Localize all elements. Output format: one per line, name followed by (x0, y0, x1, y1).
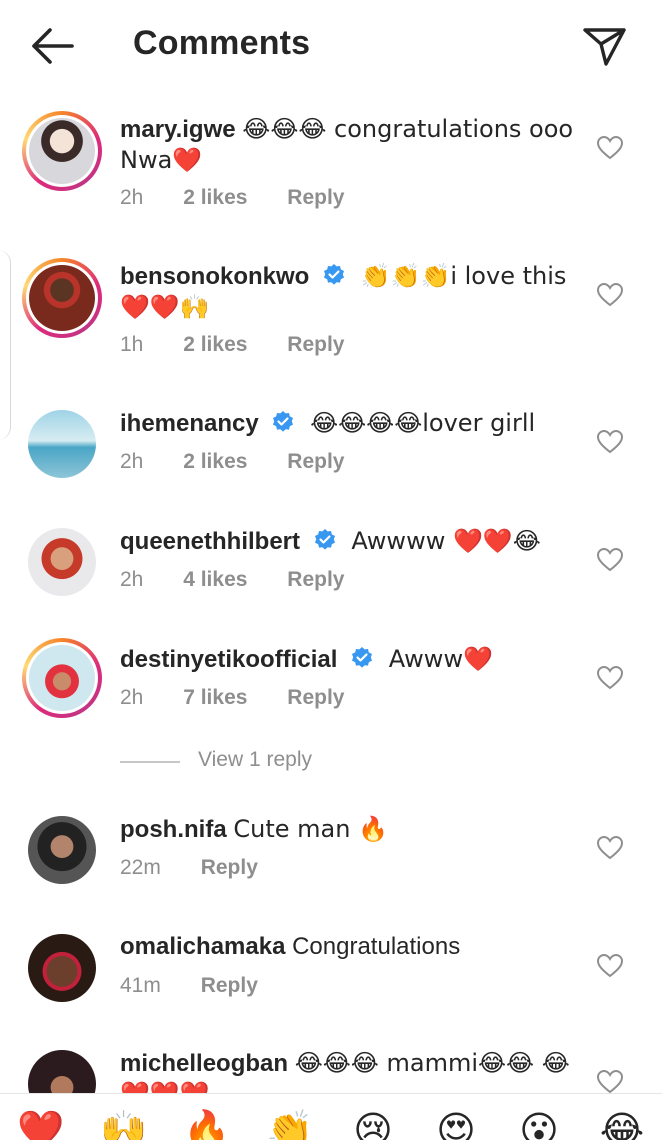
heart-outline-icon (596, 835, 624, 860)
comment-likes[interactable]: 2 likes (183, 186, 247, 209)
like-button[interactable] (596, 547, 624, 572)
comment-time: 22m (120, 856, 161, 879)
emoji-heart-eyes-button[interactable]: 😍 (431, 1110, 481, 1140)
avatar[interactable] (28, 1050, 96, 1093)
heart-outline-icon (596, 665, 624, 690)
comment-likes[interactable]: 2 likes (183, 333, 247, 356)
reply-button[interactable]: Reply (287, 450, 344, 473)
emoji-sad-button[interactable]: 😢 (348, 1110, 398, 1140)
avatar[interactable] (22, 111, 102, 191)
comment-username[interactable]: destinyetikoofficial (120, 646, 337, 673)
emoji-raised-hands-button[interactable]: 🙌 (99, 1110, 149, 1140)
comment-time: 1h (120, 333, 144, 356)
comment-text: 😂😂😂😂lover girll (310, 409, 536, 437)
heart-outline-icon (596, 282, 624, 307)
avatar[interactable] (28, 934, 96, 1002)
comment-text: Congratulations (292, 933, 461, 960)
comment-item: queenethhilbert Awwww ❤️❤️😂 2h 4 likes R… (0, 520, 662, 630)
divider (120, 761, 180, 763)
comment-item: omalichamaka Congratulations 41m Reply (0, 926, 662, 1036)
emoji-laughing-button[interactable]: 😂 (597, 1110, 647, 1140)
like-button[interactable] (596, 282, 624, 307)
reply-button[interactable]: Reply (287, 568, 344, 591)
comment-likes[interactable]: 2 likes (183, 450, 247, 473)
heart-outline-icon (596, 1069, 624, 1093)
like-button[interactable] (596, 835, 624, 860)
comment-item: posh.nifa Cute man 🔥 22m Reply (0, 808, 662, 918)
paper-plane-icon (583, 28, 626, 66)
emoji-quick-bar: ❤️ 🙌 🔥 👏 😢 😍 😮 😂 (0, 1093, 662, 1140)
verified-badge-icon (324, 264, 345, 285)
heart-outline-icon (596, 135, 624, 160)
avatar[interactable] (22, 258, 102, 338)
like-button[interactable] (596, 1069, 624, 1093)
view-replies-label: View 1 reply (198, 748, 313, 771)
emoji-clap-button[interactable]: 👏 (265, 1110, 315, 1140)
comment-item: michelleogban 😂😂😂 mammi😂😂 😂❤️❤️❤️ (0, 1044, 662, 1093)
comment-username[interactable]: michelleogban (120, 1050, 288, 1077)
comment-likes[interactable]: 4 likes (183, 568, 247, 591)
comment-time: 2h (120, 686, 144, 709)
comment-time: 41m (120, 974, 161, 997)
comment-item: destinyetikoofficial Awww❤️ 2h 7 likes R… (0, 638, 662, 748)
heart-outline-icon (596, 547, 624, 572)
comment-username[interactable]: mary.igwe (120, 116, 236, 143)
comment-item: mary.igwe 😂😂😂 congratulations ooo Nwa❤️ … (0, 108, 662, 238)
like-button[interactable] (596, 135, 624, 160)
verified-badge-icon (314, 529, 335, 550)
avatar[interactable] (28, 816, 96, 884)
comment-text: Awww❤️ (388, 645, 493, 673)
verified-badge-icon (273, 411, 294, 432)
comment-text: Awwww ❤️❤️😂 (351, 527, 541, 555)
comment-time: 2h (120, 568, 144, 591)
comment-item: ihemenancy 😂😂😂😂lover girll 2h 2 likes Re… (0, 402, 662, 512)
emoji-heart-button[interactable]: ❤️ (16, 1110, 66, 1140)
verified-badge-icon (352, 647, 373, 668)
page-title: Comments (133, 24, 311, 62)
reply-button[interactable]: Reply (287, 686, 344, 709)
comment-time: 2h (120, 450, 144, 473)
comment-username[interactable]: ihemenancy (120, 410, 259, 437)
comment-username[interactable]: omalichamaka (120, 933, 285, 960)
avatar[interactable] (22, 638, 102, 718)
comment-time: 2h (120, 186, 144, 209)
comment-username[interactable]: posh.nifa (120, 816, 227, 843)
reply-button[interactable]: Reply (287, 333, 344, 356)
reply-button[interactable]: Reply (201, 974, 258, 997)
comment-username[interactable]: bensonokonkwo (120, 263, 309, 290)
comment-item: bensonokonkwo 👏👏👏i love this ❤️❤️🙌 1h 2 … (0, 255, 662, 385)
like-button[interactable] (596, 953, 624, 978)
like-button[interactable] (596, 429, 624, 454)
reply-button[interactable]: Reply (201, 856, 258, 879)
avatar[interactable] (28, 410, 96, 478)
like-button[interactable] (596, 665, 624, 690)
emoji-surprised-button[interactable]: 😮 (514, 1110, 564, 1140)
share-button[interactable] (580, 24, 628, 68)
emoji-fire-button[interactable]: 🔥 (182, 1110, 232, 1140)
comment-likes[interactable]: 7 likes (183, 686, 247, 709)
heart-outline-icon (596, 953, 624, 978)
heart-outline-icon (596, 429, 624, 454)
header: Comments (0, 0, 662, 92)
arrow-left-icon (32, 28, 74, 64)
comment-text: Cute man 🔥 (233, 815, 388, 843)
reply-button[interactable]: Reply (287, 186, 344, 209)
comment-username[interactable]: queenethhilbert (120, 528, 300, 555)
back-button[interactable] (26, 24, 78, 68)
avatar[interactable] (28, 528, 96, 596)
